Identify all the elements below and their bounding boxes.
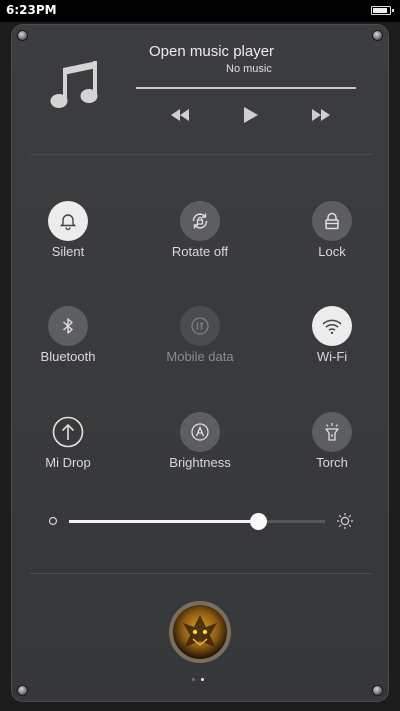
toggle-mi-drop-circle [48, 412, 88, 452]
auto-brightness-icon [191, 423, 209, 441]
torch-icon [325, 423, 339, 441]
page-dot[interactable] [192, 678, 195, 681]
toggle-lock-circle [312, 201, 352, 241]
toggle-bluetooth[interactable]: Bluetooth [18, 306, 118, 396]
brightness-slider-fill [69, 520, 259, 523]
toggle-mobile-data[interactable]: Mobile data [150, 306, 250, 396]
mi-drop-icon [52, 416, 84, 448]
section-divider [30, 154, 372, 155]
toggle-wifi[interactable]: Wi-Fi [282, 306, 382, 396]
toggle-rotate-off[interactable]: Rotate off [150, 201, 250, 291]
dragon-avatar-image [183, 615, 217, 647]
battery-icon [371, 6, 394, 15]
toggle-bluetooth-circle [48, 306, 88, 346]
screw-decoration [17, 685, 28, 696]
brightness-slider[interactable] [69, 513, 325, 530]
avatar[interactable] [169, 601, 231, 663]
toggle-silent-circle [48, 201, 88, 241]
section-divider [30, 573, 372, 574]
toggle-torch-label: Torch [316, 455, 348, 470]
lock-icon [325, 212, 339, 230]
toggle-lock[interactable]: Lock [282, 201, 382, 291]
brightness-slider-thumb[interactable] [250, 513, 268, 530]
music-divider [136, 87, 356, 89]
toggle-torch-circle [312, 412, 352, 452]
status-time: 6:23PM [6, 3, 57, 17]
toggle-mobile-data-circle [180, 306, 220, 346]
toggle-bluetooth-label: Bluetooth [40, 349, 96, 364]
toggle-brightness-circle [180, 412, 220, 452]
brightness-low-icon [48, 516, 58, 526]
next-icon[interactable] [311, 108, 331, 122]
toggle-brightness-label: Brightness [169, 455, 231, 470]
toggle-torch[interactable]: Torch [282, 412, 382, 502]
rotate-lock-icon [192, 213, 208, 229]
page-dot-active[interactable] [201, 678, 204, 681]
toggle-lock-label: Lock [318, 244, 346, 259]
control-center-panel: Open music player No music Silent Rotate… [11, 24, 389, 702]
previous-icon[interactable] [170, 108, 190, 122]
toggle-mi-drop-label: Mi Drop [45, 455, 91, 470]
toggle-silent[interactable]: Silent [18, 201, 118, 291]
toggle-brightness[interactable]: Brightness [150, 412, 250, 502]
toggle-silent-label: Silent [51, 244, 85, 259]
toggle-mi-drop[interactable]: Mi Drop [18, 412, 118, 502]
bell-icon [59, 214, 77, 231]
status-bar: 6:23PM [0, 0, 400, 22]
play-icon[interactable] [242, 106, 260, 124]
bluetooth-icon [63, 318, 73, 334]
toggle-mobile-data-label: Mobile data [166, 349, 234, 364]
toggle-rotate-off-circle [180, 201, 220, 241]
wifi-icon [322, 319, 342, 334]
toggle-wifi-label: Wi-Fi [316, 349, 348, 364]
screw-decoration [372, 685, 383, 696]
mobile-data-icon [191, 317, 209, 335]
music-status: No music [226, 63, 272, 75]
brightness-high-icon [337, 513, 353, 529]
music-note-icon[interactable] [49, 59, 101, 111]
screw-decoration [17, 30, 28, 41]
screw-decoration [372, 30, 383, 41]
toggle-rotate-off-label: Rotate off [171, 244, 229, 259]
music-player-title[interactable]: Open music player [149, 43, 274, 60]
toggle-wifi-circle [312, 306, 352, 346]
